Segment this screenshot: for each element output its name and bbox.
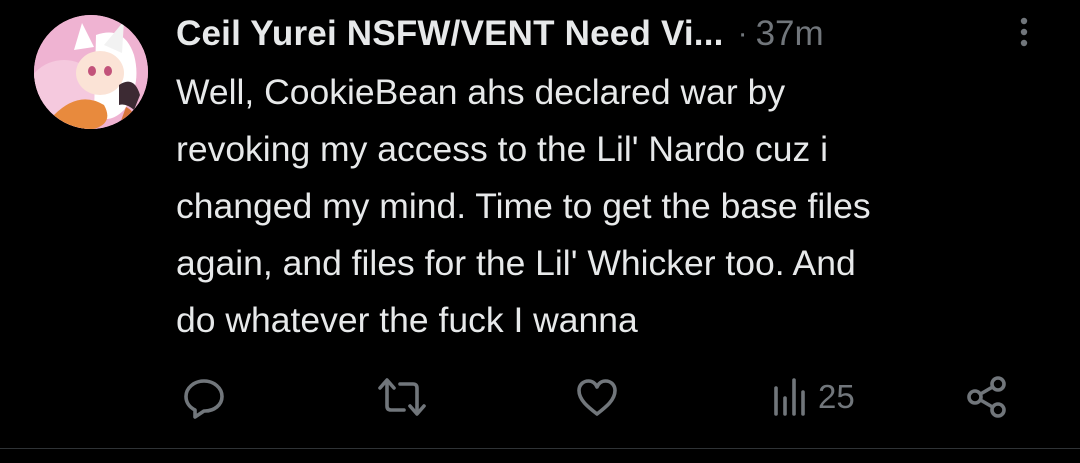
divider bbox=[0, 448, 1080, 449]
views-count: 25 bbox=[818, 378, 855, 415]
retweet-icon bbox=[376, 374, 428, 420]
tweet-header: Ceil Yurei NSFW/VENT Need Vi... · 37m bbox=[176, 12, 824, 56]
display-name[interactable]: Ceil Yurei NSFW/VENT Need Vi... bbox=[176, 14, 724, 54]
share-icon bbox=[964, 374, 1010, 420]
tweet[interactable]: Ceil Yurei NSFW/VENT Need Vi... · 37m We… bbox=[0, 0, 1080, 463]
share-button[interactable] bbox=[964, 370, 1010, 424]
reply-icon bbox=[181, 374, 227, 420]
tweet-text: Well, CookieBean ahs declared war by rev… bbox=[176, 72, 871, 340]
heart-icon bbox=[574, 374, 620, 420]
avatar[interactable] bbox=[34, 15, 148, 129]
views-icon bbox=[770, 374, 812, 420]
retweet-button[interactable] bbox=[376, 370, 428, 424]
like-button[interactable] bbox=[574, 370, 620, 424]
action-bar: 25 bbox=[0, 370, 1080, 424]
reply-button[interactable] bbox=[181, 370, 227, 424]
more-options-icon[interactable] bbox=[1006, 14, 1042, 50]
views-button[interactable]: 25 bbox=[770, 370, 855, 424]
separator-dot: · bbox=[737, 17, 748, 50]
timestamp[interactable]: 37m bbox=[756, 14, 824, 54]
